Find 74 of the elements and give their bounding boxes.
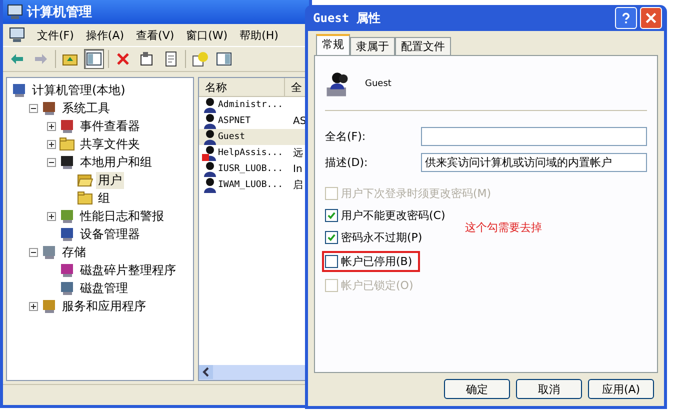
user-row[interactable]: Administr... bbox=[199, 97, 308, 113]
input-field[interactable] bbox=[421, 126, 647, 146]
expander-icon[interactable] bbox=[29, 104, 38, 112]
menu-item[interactable]: 查看(V) bbox=[136, 28, 174, 42]
checkbox-label: 密码永不过期(P) bbox=[341, 230, 422, 245]
user-name: Administr... bbox=[218, 100, 284, 110]
tree-item[interactable]: 服务和应用程序 bbox=[60, 298, 148, 314]
tab[interactable]: 配置文件 bbox=[395, 37, 451, 55]
column-header[interactable]: 名称 bbox=[199, 78, 285, 96]
checkbox[interactable] bbox=[325, 255, 338, 268]
tree-pane-icon[interactable] bbox=[84, 49, 104, 69]
input-field[interactable]: 供来宾访问计算机或访问域的内置帐户 bbox=[421, 152, 647, 172]
checkbox-label: 用户不能更改密码(C) bbox=[341, 208, 446, 223]
dialog-button[interactable]: 确定 bbox=[444, 379, 510, 399]
tree-item[interactable]: 系统工具 bbox=[60, 100, 112, 116]
annotation-text: 这个勾需要去掉 bbox=[465, 220, 542, 235]
folder-icon bbox=[59, 136, 75, 152]
tree-item[interactable]: 本地用户和组 bbox=[78, 154, 154, 170]
tree-item[interactable]: 磁盘碎片整理程序 bbox=[78, 262, 178, 278]
user-name: IWAM_LUOB... bbox=[218, 180, 284, 190]
user-name: Guest bbox=[218, 132, 246, 142]
user-name: ASPNET bbox=[218, 116, 252, 126]
user-row[interactable]: IWAM_LUOB... 启 bbox=[199, 177, 308, 193]
user-row[interactable]: Guest bbox=[199, 129, 308, 145]
column-header[interactable]: 全 bbox=[285, 78, 308, 96]
window-title: 计算机管理 bbox=[27, 4, 92, 21]
table-cell-text: 远 bbox=[293, 147, 303, 160]
field-label: 描述(D): bbox=[325, 154, 369, 170]
help-button[interactable] bbox=[615, 7, 637, 29]
menu-item[interactable]: 帮助(H) bbox=[240, 28, 278, 42]
folder-icon bbox=[77, 190, 93, 206]
close-button[interactable] bbox=[640, 7, 662, 29]
checkbox[interactable] bbox=[325, 209, 338, 222]
checkbox[interactable] bbox=[325, 231, 338, 244]
tree-item[interactable]: 共享文件夹 bbox=[78, 136, 142, 152]
user-row[interactable]: IUSR_LUOB... In bbox=[199, 161, 308, 177]
expander-icon[interactable] bbox=[29, 248, 38, 256]
tree-item[interactable]: 性能日志和警报 bbox=[78, 208, 166, 224]
tree-item[interactable]: 设备管理器 bbox=[78, 226, 142, 242]
tree-item[interactable]: 事件查看器 bbox=[78, 118, 142, 134]
table-cell-text: 启 bbox=[293, 178, 303, 192]
tree-item[interactable]: 存储 bbox=[60, 244, 88, 260]
user-name: Guest bbox=[365, 79, 392, 89]
table-cell: In bbox=[293, 164, 302, 174]
tab[interactable]: 隶属于 bbox=[350, 37, 395, 55]
user-row[interactable]: ASPNET AS bbox=[199, 113, 308, 129]
user-name: IUSR_LUOB... bbox=[218, 164, 284, 174]
dialog-button[interactable]: 应用(A) bbox=[588, 379, 654, 399]
menu-item[interactable]: 文件(F) bbox=[37, 28, 74, 42]
folder-icon bbox=[77, 172, 93, 188]
expander-icon[interactable] bbox=[47, 140, 56, 148]
tree-item[interactable]: 磁盘管理 bbox=[78, 280, 130, 296]
dialog-title: Guest 属性 bbox=[313, 10, 382, 26]
menu-item[interactable]: 操作(A) bbox=[86, 28, 124, 42]
tab[interactable]: 常规 bbox=[316, 34, 350, 55]
help-icon[interactable] bbox=[190, 49, 210, 69]
expander-icon[interactable] bbox=[29, 302, 38, 310]
tree-item[interactable]: 计算机管理(本地) bbox=[30, 82, 128, 98]
expander-icon[interactable] bbox=[47, 212, 56, 220]
horizontal-scrollbar[interactable] bbox=[199, 365, 308, 380]
field-label: 全名(F): bbox=[325, 128, 367, 144]
checkbox-label: 帐户已锁定(O) bbox=[341, 278, 414, 293]
tree-item[interactable]: 组 bbox=[96, 190, 112, 206]
dialog-button[interactable]: 取消 bbox=[516, 379, 582, 399]
checkbox-label: 用户下次登录时须更改密码(M) bbox=[341, 186, 492, 201]
checkbox-label: 帐户已停用(B) bbox=[341, 254, 412, 269]
table-cell: AS bbox=[293, 116, 306, 126]
menu-item[interactable]: 窗口(W) bbox=[186, 28, 228, 42]
scroll-left-icon[interactable] bbox=[199, 365, 213, 379]
close-icon bbox=[644, 11, 658, 25]
tree-item[interactable]: 用户 bbox=[96, 172, 124, 188]
user-name: HelpAssis... bbox=[218, 148, 284, 158]
expander-icon[interactable] bbox=[47, 158, 56, 166]
expander-icon[interactable] bbox=[47, 122, 56, 130]
